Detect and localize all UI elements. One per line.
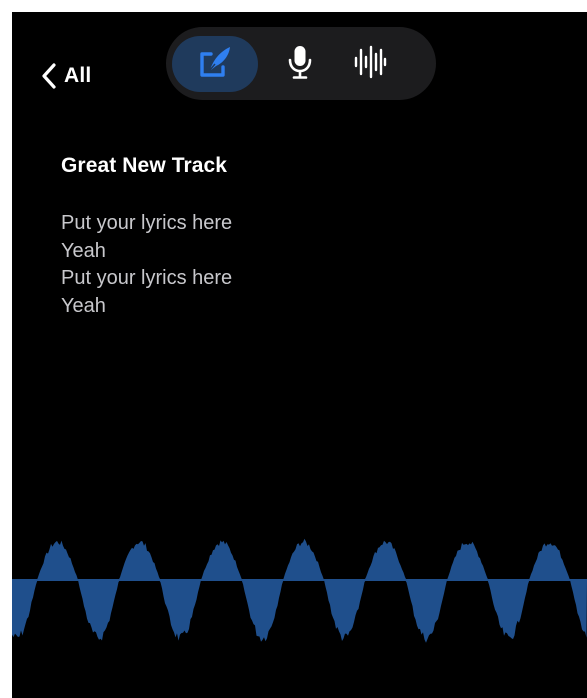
waveform-mode-button[interactable] [342, 36, 398, 92]
waveform-shape [12, 538, 587, 643]
back-button[interactable]: All [42, 56, 91, 96]
lyric-line: Put your lyrics here [61, 267, 233, 289]
microphone-icon [287, 44, 313, 85]
lyric-line: Yeah [61, 239, 106, 262]
back-label: All [64, 64, 92, 87]
song-title[interactable]: Great New Track [61, 154, 227, 178]
lyric-line: Yeah [61, 294, 106, 317]
write-mode-button[interactable] [172, 36, 258, 92]
record-mode-button[interactable] [272, 36, 328, 92]
mode-switch [166, 27, 436, 100]
chevron-left-icon [42, 63, 56, 89]
screen: All Great New Track Put your lyrics here… [12, 12, 587, 698]
lyrics-editor[interactable]: Put your lyrics here Yeah Put your lyric… [61, 210, 541, 320]
waveform-icon [353, 44, 387, 85]
quill-pen-icon [197, 45, 233, 84]
audio-waveform [12, 538, 587, 643]
lyric-line: Put your lyrics here [61, 212, 233, 234]
